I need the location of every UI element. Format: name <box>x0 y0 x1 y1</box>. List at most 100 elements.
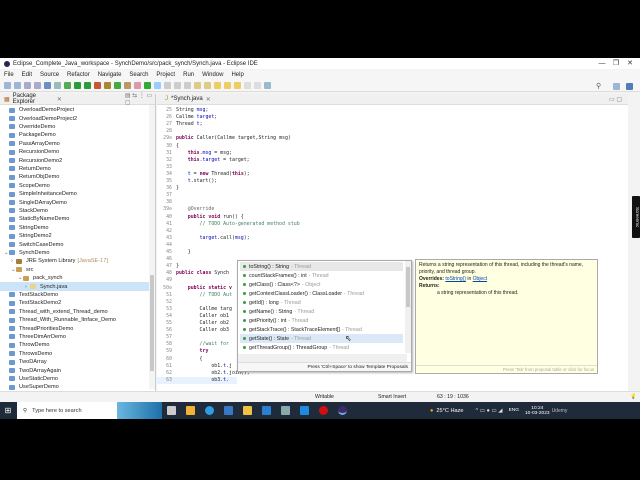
toolbar-icon[interactable] <box>54 82 61 89</box>
toolbar-icon[interactable] <box>154 82 161 89</box>
proposal-item[interactable]: toString() : String - Thread <box>240 262 403 271</box>
store-icon[interactable] <box>186 406 195 415</box>
file-explorer-icon[interactable] <box>243 406 252 415</box>
code-line[interactable]: 53 Callme targ <box>157 306 232 313</box>
edge-icon[interactable] <box>205 406 214 415</box>
code-line[interactable]: 33 <box>157 164 176 171</box>
view-controls[interactable]: ▤ ⇆ ⋮ ▭ ▢ <box>125 92 155 106</box>
tree-item[interactable]: SwitchCaseDemo <box>0 240 150 248</box>
toolbar-icon[interactable] <box>114 82 121 89</box>
tree-item[interactable]: ⌄ SynchDemo <box>0 249 150 257</box>
tree-item[interactable]: TestStackDemo2 <box>0 299 150 307</box>
menu-help[interactable]: Help <box>231 72 243 78</box>
toolbar-icon[interactable] <box>64 82 71 89</box>
tree-scrollbar[interactable] <box>149 105 155 389</box>
code-line[interactable]: 42 <box>157 228 176 235</box>
code-line[interactable]: 28 <box>157 128 176 135</box>
weather-text[interactable]: 25°C Haze <box>436 408 463 414</box>
menu-file[interactable]: File <box>4 72 14 78</box>
close-button[interactable]: ✕ <box>620 58 640 69</box>
toolbar-icon[interactable] <box>174 82 181 89</box>
language-indicator[interactable]: ENG <box>509 408 519 413</box>
menu-source[interactable]: Source <box>40 72 59 78</box>
code-line[interactable]: 56 Caller ob3 <box>157 327 229 334</box>
tree-item[interactable]: PassArrayDemo <box>0 140 150 148</box>
code-line[interactable]: 57 <box>157 334 176 341</box>
proposal-item[interactable]: getClass() : Class<?> - Object <box>240 280 403 289</box>
code-line[interactable]: 47} <box>157 263 179 270</box>
code-line[interactable]: 31 this.msg = msg; <box>157 150 232 157</box>
tree-item[interactable]: StringDemo <box>0 224 150 232</box>
tree-item[interactable]: ThrowDemo <box>0 341 150 349</box>
code-line[interactable]: 55 Caller ob2 <box>157 320 229 327</box>
tree-item[interactable]: ThrowsDemo <box>0 350 150 358</box>
toolbar-icon[interactable] <box>14 82 21 89</box>
start-icon[interactable]: ⊞ <box>0 406 16 415</box>
code-line[interactable]: 35 t.start(); <box>157 178 217 185</box>
tree-item[interactable]: ThreeDimArrDemo <box>0 333 150 341</box>
code-line[interactable]: 43 target.call(msg); <box>157 235 250 242</box>
toolbar-icon[interactable] <box>74 82 81 89</box>
proposal-item[interactable]: getName() : String - Thread <box>240 307 403 316</box>
code-line[interactable]: 40 public void run() { <box>157 214 244 221</box>
notepad-icon[interactable] <box>281 406 290 415</box>
code-line[interactable]: 61 ob1.t.j <box>157 363 232 370</box>
toolbar-icon[interactable] <box>44 82 51 89</box>
tree-item[interactable]: TwoDArrayAgain <box>0 366 150 374</box>
toolbar-icon[interactable] <box>24 82 31 89</box>
tree-item[interactable]: PackageDemo <box>0 131 150 139</box>
proposal-item[interactable]: getThreadGroup() : ThreadGroup - Thread <box>240 343 403 352</box>
code-line[interactable]: 59 try <box>157 348 208 355</box>
toolbar-icon[interactable] <box>194 82 201 89</box>
close-view-icon[interactable]: ✕ <box>57 96 62 103</box>
code-line[interactable]: 54 Caller ob1 <box>157 313 229 320</box>
toolbar-icon[interactable] <box>264 82 271 89</box>
tree-item[interactable]: Thread_with_extend_Thread_demo <box>0 308 150 316</box>
tree-item[interactable]: ReturnObjDemo <box>0 173 150 181</box>
javadoc-hover[interactable]: Returns a string representation of this … <box>415 259 598 374</box>
tree-item[interactable]: TestStackDemo <box>0 291 150 299</box>
tree-item[interactable]: RecursionDemo <box>0 148 150 156</box>
code-line[interactable]: 48 public class Synch <box>157 270 229 277</box>
code-line[interactable]: 27 Thread t; <box>157 121 202 128</box>
toolbar-icon[interactable] <box>204 82 211 89</box>
eclipse-taskbar-icon[interactable] <box>338 406 347 415</box>
code-line[interactable]: 46 <box>157 256 176 263</box>
tree-item[interactable]: UseStaticDemo <box>0 375 150 383</box>
tree-item[interactable]: ReturnDemo <box>0 165 150 173</box>
menu-edit[interactable]: Edit <box>22 72 32 78</box>
code-line[interactable]: 37 <box>157 192 176 199</box>
toolbar-icon[interactable] <box>184 82 191 89</box>
code-line[interactable]: 62 ob2.t.join(); <box>157 370 250 377</box>
code-line[interactable]: 58 //wait for <box>157 341 229 348</box>
proposal-scrollbar[interactable] <box>405 261 411 353</box>
task-view-icon[interactable] <box>167 406 176 415</box>
proposal-item[interactable]: getPriority() : int - Thread <box>240 316 403 325</box>
photos-icon[interactable] <box>224 406 233 415</box>
editor-view-controls[interactable]: ▭ ▢ <box>609 96 622 103</box>
code-line[interactable]: 38 <box>157 199 176 206</box>
code-line[interactable]: 25 String msg; <box>157 107 208 114</box>
tab-synch-java[interactable]: *Synch.java <box>171 96 203 102</box>
search-icon[interactable]: ⚲ <box>596 82 601 90</box>
toolbar-icon[interactable] <box>104 82 111 89</box>
proposal-item[interactable]: getId() : long - Thread <box>240 298 403 307</box>
close-tab-icon[interactable]: ✕ <box>206 96 211 103</box>
tree-item[interactable]: OverloadDemoProject2 <box>0 114 150 122</box>
screen-recorder-badge[interactable]: Screenmc <box>632 196 640 238</box>
tree-item[interactable]: StackDemo <box>0 207 150 215</box>
code-line[interactable]: 51 // TODO Aut <box>157 292 232 299</box>
menu-refactor[interactable]: Refactor <box>67 72 90 78</box>
code-line[interactable]: 32 this.target = target; <box>157 157 250 164</box>
tip-bulb-icon[interactable]: 💡 <box>630 394 636 400</box>
toolbar-icon[interactable] <box>144 82 151 89</box>
code-line[interactable]: 44 <box>157 242 176 249</box>
tree-item[interactable]: ⌄ pack_synch <box>0 274 150 282</box>
app-icon[interactable] <box>300 406 309 415</box>
tree-item[interactable]: StringDemo2 <box>0 232 150 240</box>
tree-item[interactable]: ⌄ src <box>0 266 150 274</box>
mail-icon[interactable] <box>262 406 271 415</box>
tree-item[interactable]: StaticByNameDemo <box>0 215 150 223</box>
scrollbar-thumb[interactable] <box>150 275 154 371</box>
code-line[interactable]: 39⊖ @Override <box>157 206 214 213</box>
